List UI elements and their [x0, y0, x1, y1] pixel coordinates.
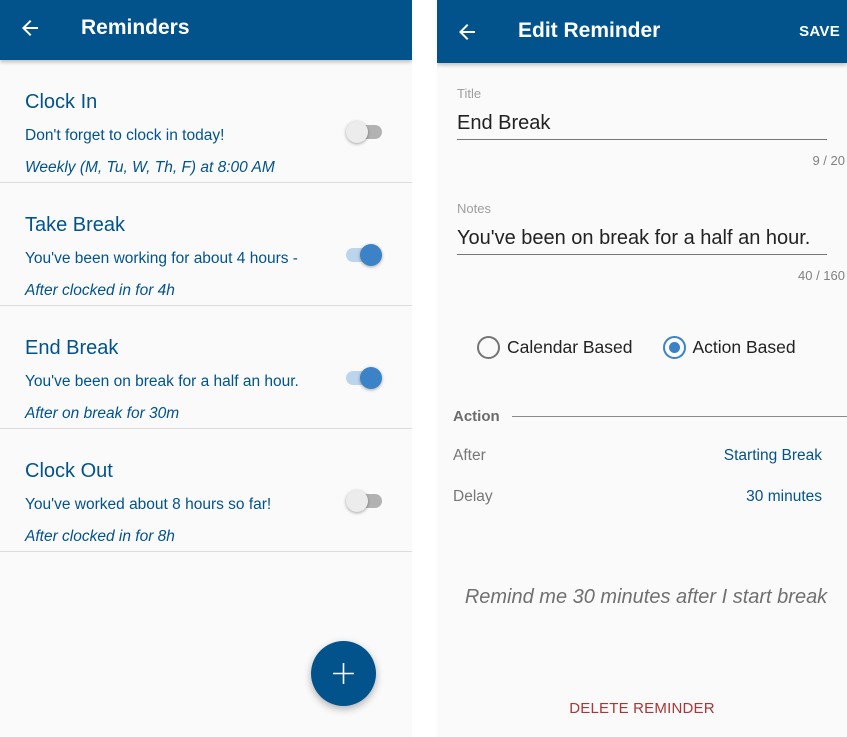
delete-reminder-button[interactable]: DELETE REMINDER — [437, 700, 847, 717]
delay-row: Delay 30 minutes — [453, 488, 822, 506]
reminder-notes: You've been working for about 4 hours - — [25, 250, 298, 267]
reminders-screen: Reminders Clock In Don't forget to clock… — [0, 0, 412, 737]
reminder-toggle[interactable] — [346, 121, 382, 143]
delay-label: Delay — [453, 488, 493, 505]
radio-circle — [662, 336, 686, 359]
reminders-app-bar: Reminders — [0, 0, 412, 60]
page-title: Reminders — [81, 16, 190, 39]
radio-calendar-based[interactable]: Calendar Based — [477, 336, 633, 359]
reminder-title: End Break — [25, 337, 119, 359]
title-char-counter: 9 / 20 — [812, 153, 845, 168]
reminder-notes: You've been on break for a half an hour. — [25, 373, 299, 390]
reminder-notes: You've worked about 8 hours so far! — [25, 496, 272, 513]
after-row: After Starting Break — [453, 447, 822, 465]
add-reminder-button[interactable] — [311, 641, 376, 706]
toggle-thumb — [360, 244, 382, 266]
toggle-thumb — [360, 367, 382, 389]
reminder-title: Take Break — [25, 214, 126, 236]
edit-reminder-screen: Edit Reminder SAVE Title 9 / 20 Notes 40… — [437, 0, 847, 737]
edit-app-bar: Edit Reminder SAVE — [437, 0, 847, 63]
after-label: After — [453, 447, 486, 464]
reminder-type-radio-group: Calendar Based Action Based — [477, 336, 826, 359]
notes-char-counter: 40 / 160 — [798, 268, 845, 283]
back-arrow-icon[interactable] — [455, 20, 479, 44]
reminder-title: Clock Out — [25, 460, 113, 482]
section-title: Action — [453, 408, 500, 425]
notes-input[interactable] — [457, 227, 827, 255]
reminder-toggle[interactable] — [346, 244, 382, 266]
reminder-schedule: After clocked in for 8h — [25, 528, 175, 545]
title-input[interactable] — [457, 112, 827, 140]
back-arrow-icon[interactable] — [18, 16, 42, 40]
radio-label: Action Based — [692, 337, 796, 357]
toggle-thumb — [346, 121, 368, 143]
radio-circle — [477, 336, 500, 359]
reminder-item-take-break[interactable]: Take Break You've been working for about… — [0, 183, 412, 306]
reminder-schedule: After clocked in for 4h — [25, 282, 175, 299]
reminder-item-clock-in[interactable]: Clock In Don't forget to clock in today!… — [0, 60, 412, 183]
delay-value-selector[interactable]: 30 minutes — [746, 488, 822, 506]
reminder-item-clock-out[interactable]: Clock Out You've worked about 8 hours so… — [0, 429, 412, 552]
reminder-schedule: Weekly (M, Tu, W, Th, F) at 8:00 AM — [25, 159, 275, 176]
reminder-item-end-break[interactable]: End Break You've been on break for a hal… — [0, 306, 412, 429]
save-button[interactable]: SAVE — [799, 23, 840, 40]
plus-icon — [333, 663, 354, 684]
reminder-toggle[interactable] — [346, 367, 382, 389]
notes-field-label: Notes — [457, 201, 491, 216]
section-divider — [511, 415, 847, 418]
page-title: Edit Reminder — [518, 19, 661, 42]
reminder-schedule: After on break for 30m — [25, 405, 180, 422]
action-section-header: Action — [453, 408, 847, 425]
title-field-label: Title — [457, 86, 482, 101]
reminder-summary: Remind me 30 minutes after I start break — [464, 586, 828, 608]
reminder-title: Clock In — [25, 91, 98, 113]
reminder-list: Clock In Don't forget to clock in today!… — [0, 60, 412, 552]
toggle-thumb — [346, 490, 368, 512]
radio-label: Calendar Based — [507, 337, 633, 357]
reminder-toggle[interactable] — [346, 490, 382, 512]
radio-action-based[interactable]: Action Based — [662, 336, 796, 359]
after-value-selector[interactable]: Starting Break — [724, 447, 822, 465]
reminder-notes: Don't forget to clock in today! — [25, 127, 225, 144]
